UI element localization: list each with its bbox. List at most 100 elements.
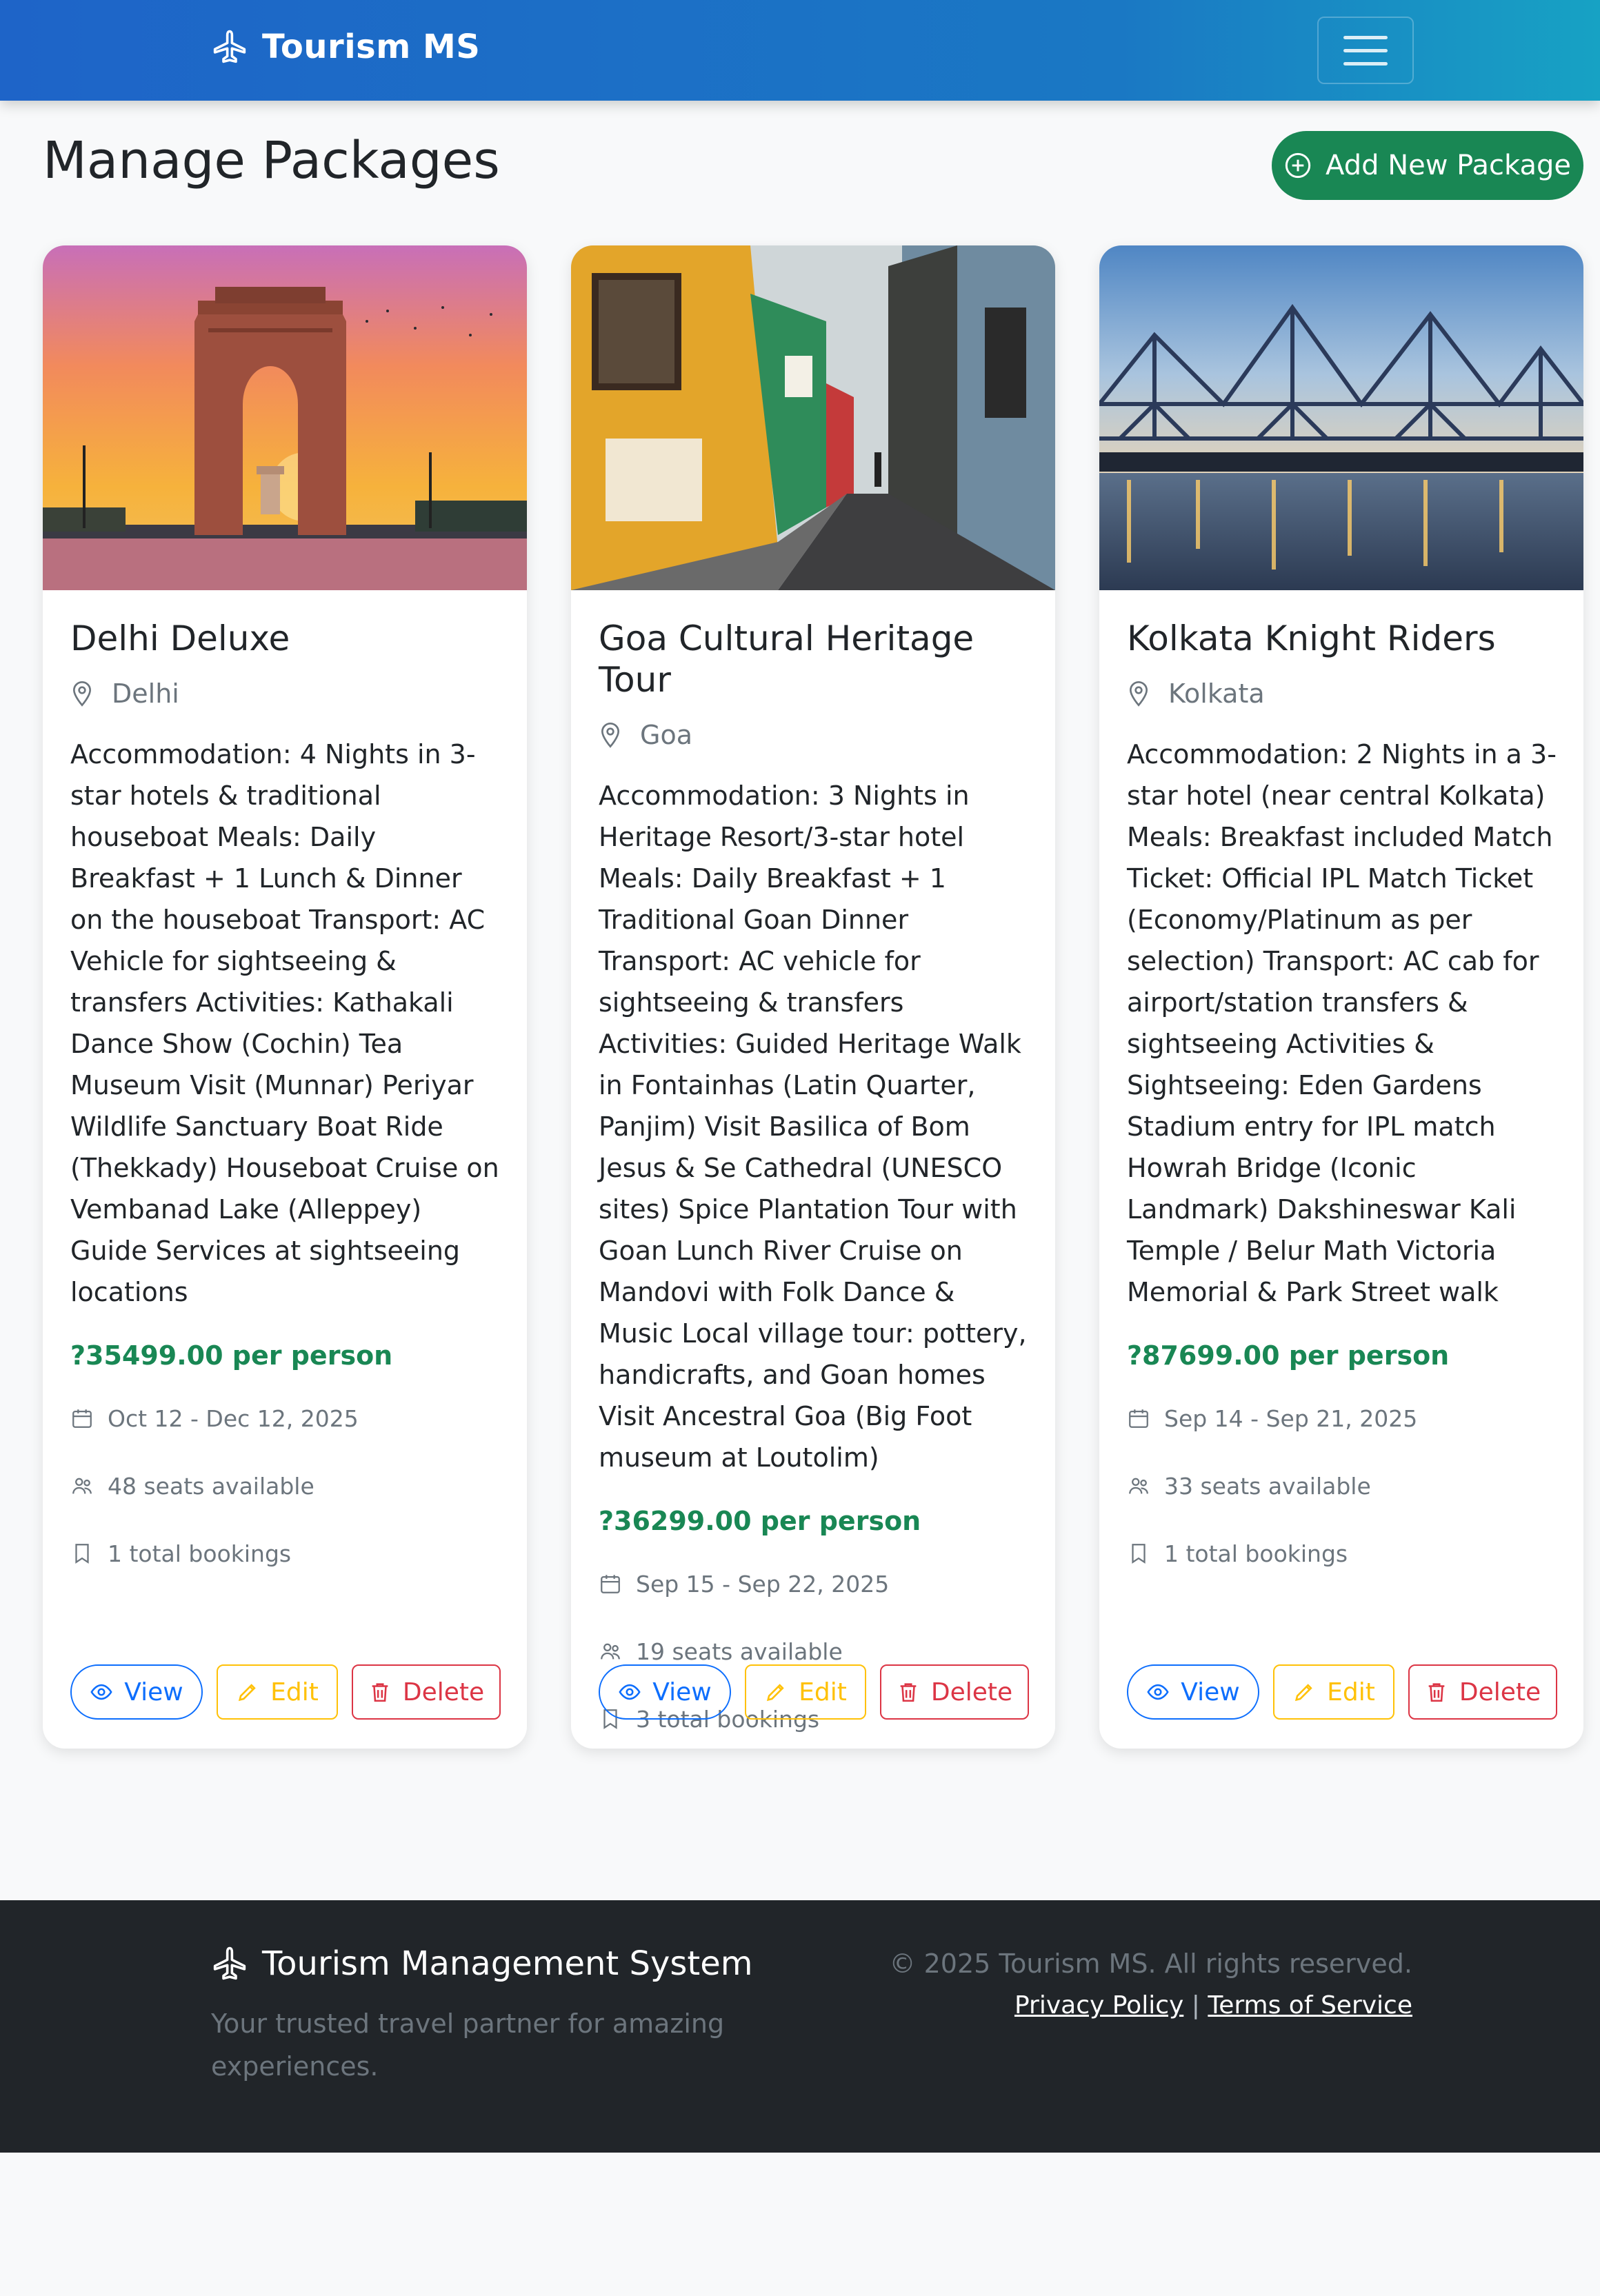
package-seats-text: 19 seats available [636,1638,843,1665]
view-button[interactable]: View [70,1664,203,1720]
package-card: Delhi Deluxe Delhi Accommodation: 4 Nigh… [43,245,527,1749]
footer-copyright: © 2025 Tourism MS. All rights reserved. [889,1948,1412,1979]
brand-name: Tourism MS [262,28,481,66]
trash-icon [1428,1683,1445,1702]
package-title: Kolkata Knight Riders [1127,618,1496,658]
airplane-icon [213,1946,246,1980]
package-description: Accommodation: 3 Nights in Heritage Reso… [599,781,1027,1473]
package-location: Kolkata [1127,678,1557,709]
footer-legal: © 2025 Tourism MS. All rights reserved. … [890,1948,1412,2020]
package-actions: View Edit Delete [1127,1664,1571,1720]
navbar: Tourism MS [0,0,1600,101]
package-bookings: 1 total bookings [1127,1533,1557,1573]
edit-button-label: Edit [799,1678,847,1706]
view-button-label: View [124,1678,183,1706]
eye-icon [619,1684,641,1700]
edit-button[interactable]: Edit [745,1664,866,1720]
navbar-brand[interactable]: Tourism MS [211,28,480,66]
page-title: Manage Packages [43,131,500,190]
navbar-toggler-button[interactable] [1317,17,1414,84]
package-card: Goa Cultural Heritage Tour Goa Accommoda… [571,245,1055,1749]
package-image-india-gate [43,245,527,590]
eye-icon [1147,1684,1169,1700]
delete-button-label: Delete [402,1678,485,1706]
delete-button[interactable]: Delete [880,1664,1029,1720]
package-location: Goa [599,720,1029,750]
package-dates: Oct 12 - Dec 12, 2025 [70,1398,501,1438]
delete-button[interactable]: Delete [1408,1664,1557,1720]
footer-brand: Tourism Management System [211,1944,753,1983]
pencil-icon [1295,1684,1312,1702]
package-seats-text: 48 seats available [108,1472,314,1500]
plus-circle-icon [1285,152,1311,179]
edit-button[interactable]: Edit [217,1664,338,1720]
pencil-icon [767,1684,784,1702]
calendar-icon [72,1409,92,1428]
view-button-label: View [652,1678,712,1706]
bookmark-icon [75,1544,89,1564]
trash-icon [900,1683,917,1702]
calendar-icon [1129,1409,1148,1428]
package-dates-text: Oct 12 - Dec 12, 2025 [108,1404,359,1432]
pencil-icon [239,1684,256,1702]
map-pin-icon [72,681,92,707]
delete-button-label: Delete [930,1678,1013,1706]
people-icon [1129,1478,1148,1494]
package-location-text: Kolkata [1168,678,1265,709]
privacy-policy-link[interactable]: Privacy Policy [1014,1991,1183,2020]
package-actions: View Edit Delete [599,1664,1043,1720]
people-icon [601,1643,620,1660]
package-bookings-text: 1 total bookings [1164,1540,1348,1567]
package-image-goa-street [571,245,1055,590]
footer-links: Privacy Policy | Terms of Service [890,1991,1412,2020]
package-description: Accommodation: 4 Nights in 3-star hotels… [70,739,499,1307]
package-description: Accommodation: 2 Nights in a 3-star hote… [1127,739,1557,1307]
package-bookings: 1 total bookings [70,1533,501,1573]
trash-icon [372,1683,388,1702]
view-button[interactable]: View [1127,1664,1259,1720]
delete-button-label: Delete [1459,1678,1541,1706]
package-card-body: Delhi Deluxe Delhi Accommodation: 4 Nigh… [70,618,501,1573]
add-new-package-button[interactable]: Add New Package [1272,131,1583,200]
edit-button-label: Edit [270,1678,319,1706]
package-seats-text: 33 seats available [1164,1472,1371,1500]
package-title: Goa Cultural Heritage Tour [599,618,974,700]
edit-button[interactable]: Edit [1273,1664,1394,1720]
package-actions: View Edit Delete [70,1664,514,1720]
airplane-icon [213,30,246,63]
package-card: Kolkata Knight Riders Kolkata Accommodat… [1099,245,1583,1749]
package-dates: Sep 14 - Sep 21, 2025 [1127,1398,1557,1438]
package-image-howrah-bridge [1099,245,1583,590]
package-price: ?36299.00 per person [599,1506,921,1536]
package-seats: 33 seats available [1127,1466,1557,1506]
hamburger-menu-icon [1343,35,1388,39]
package-card-body: Kolkata Knight Riders Kolkata Accommodat… [1127,618,1557,1573]
people-icon [72,1478,92,1494]
package-location-text: Delhi [112,678,179,709]
delete-button[interactable]: Delete [352,1664,501,1720]
package-title: Delhi Deluxe [70,618,290,658]
package-card-body: Goa Cultural Heritage Tour Goa Accommoda… [599,618,1029,1739]
package-location-text: Goa [640,720,692,750]
view-button[interactable]: View [599,1664,731,1720]
package-location: Delhi [70,678,501,709]
package-bookings-text: 1 total bookings [108,1540,292,1567]
edit-button-label: Edit [1327,1678,1375,1706]
package-dates-text: Sep 15 - Sep 22, 2025 [636,1570,890,1598]
view-button-label: View [1181,1678,1240,1706]
footer: Tourism Management System Your trusted t… [0,1900,1600,2153]
map-pin-icon [1129,681,1148,707]
add-new-package-label: Add New Package [1326,150,1571,181]
footer-tagline: Your trusted travel partner for amazing … [211,2008,725,2082]
calendar-icon [601,1575,620,1593]
package-seats: 48 seats available [70,1466,501,1506]
terms-of-service-link[interactable]: Terms of Service [1208,1991,1412,2020]
footer-link-separator: | [1191,1991,1200,2020]
package-price: ?87699.00 per person [1127,1340,1450,1371]
map-pin-icon [601,723,620,748]
package-dates-text: Sep 14 - Sep 21, 2025 [1164,1404,1418,1432]
footer-title: Tourism Management System [262,1944,753,1983]
package-price: ?35499.00 per person [70,1340,393,1371]
eye-icon [90,1684,112,1700]
package-dates: Sep 15 - Sep 22, 2025 [599,1564,1029,1604]
